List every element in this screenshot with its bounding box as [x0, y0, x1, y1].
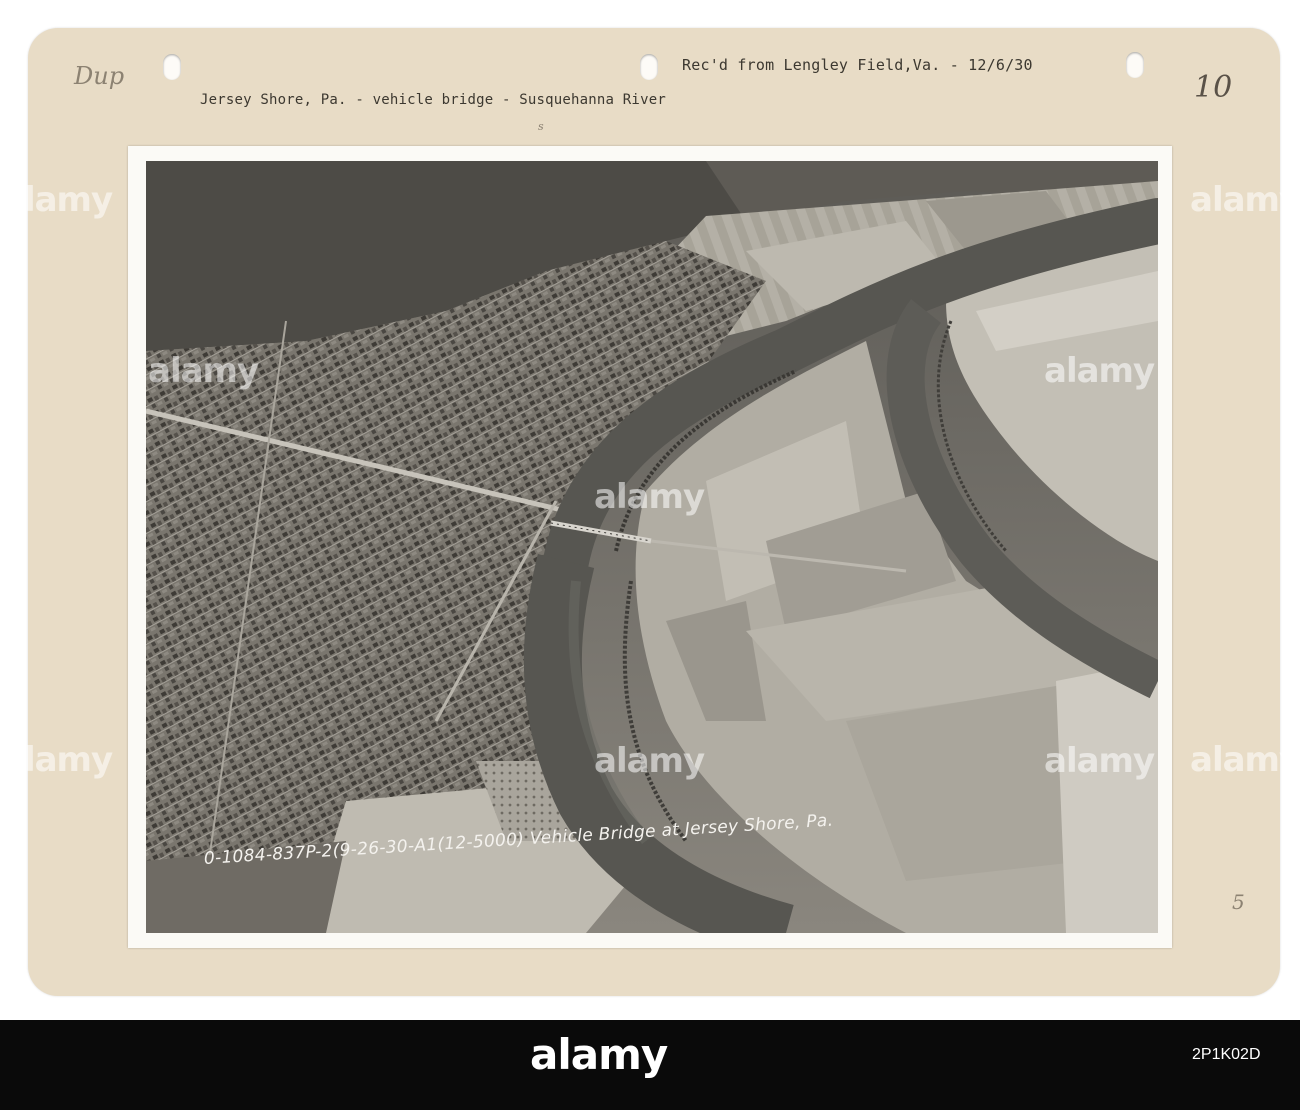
- punch-hole: [163, 54, 181, 80]
- page-number-top: 10: [1194, 70, 1233, 105]
- received-note: Rec'd from Lengley Field,Va. - 12/6/30: [682, 56, 1033, 74]
- image-id: 2P1K02D: [1192, 1046, 1261, 1063]
- subject-line: Jersey Shore, Pa. - vehicle bridge - Sus…: [200, 92, 666, 108]
- punch-hole: [640, 54, 658, 80]
- aerial-view-illustration: [146, 161, 1158, 933]
- small-mark: s: [538, 120, 544, 133]
- page-number-bottom: 5: [1232, 890, 1245, 914]
- punch-hole: [1126, 52, 1144, 78]
- handwritten-annotation: Dup: [74, 62, 125, 90]
- alamy-logo: alamy: [530, 1030, 668, 1079]
- aerial-photograph: 0-1084-837P-2(9-26-30-A1(12-5000) Vehicl…: [146, 161, 1158, 933]
